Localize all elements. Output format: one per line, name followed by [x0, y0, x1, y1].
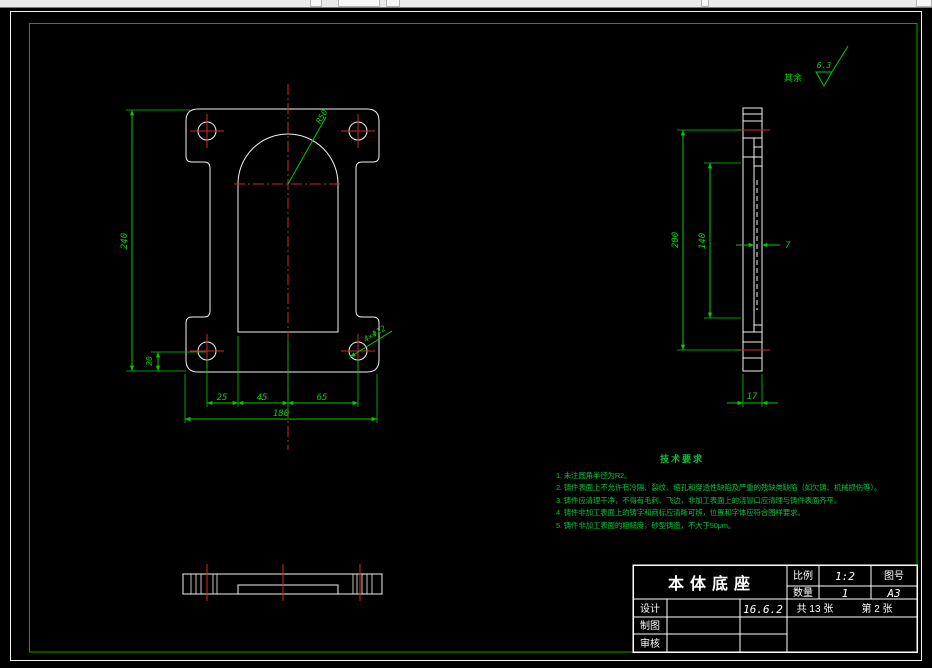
draft-label: 制图: [640, 619, 660, 632]
note-line-2: 2. 铸件表面上不允许有冷隔、裂纹、缩孔和穿透性缺陷及严重的残缺类缺陷（如欠铸、…: [556, 483, 882, 493]
dim-height-label: 240: [120, 233, 130, 249]
scale-label: 比例: [793, 569, 813, 582]
note-line-1: 1. 未注圆角半径为R2。: [556, 471, 632, 480]
bottom-view: [182, 564, 383, 601]
cad-canvas: 240 20 25 45 65 180 R50 4×Φ12 200 140 7 …: [10, 11, 922, 661]
qty-value: 1: [842, 587, 849, 600]
roughness-prefix: 其余: [784, 72, 802, 83]
window-chrome-strip: [0, 0, 932, 8]
sheet-index: 第 2 张: [861, 602, 892, 615]
front-dimensions: [126, 109, 393, 423]
side-view: 200 140 7 17: [671, 107, 791, 407]
note-line-5: 5. 铸件非加工表面的粗糙度，砂型铸造，不大于50μm。: [556, 520, 736, 530]
note-line-3: 3. 铸件应清理干净，不得有毛刺、飞边，非加工表面上的浇冒口应清理与铸件表面齐平…: [556, 495, 842, 505]
dim-thickness-label: 17: [747, 392, 758, 402]
side-detail-lines: [743, 113, 762, 359]
dim-notch-label: 140: [698, 233, 708, 249]
scale-value: 1:2: [835, 570, 855, 583]
technical-notes: 技术要求 1. 未注圆角半径为R2。 2. 铸件表面上不允许有冷隔、裂纹、缩孔和…: [556, 452, 906, 532]
front-view: 240 20 25 45 65 180 R50 4×Φ12: [120, 84, 393, 450]
bottom-slot-step: [237, 584, 339, 594]
plate-outline: [185, 108, 380, 373]
title-block: 本体底座 比例 1:2 图号 数量 1 A3 设计 16.6.2 共 13 张 …: [632, 564, 918, 653]
holes-callout-label: 4×Φ12: [362, 324, 387, 344]
dim-span-label: 200: [671, 232, 681, 248]
chrome-fragment: [386, 0, 400, 7]
sheets-total: 共 13 张: [797, 603, 834, 615]
bottom-centerlines: [206, 564, 361, 601]
dim-chain-65: 65: [317, 393, 328, 403]
cad-drawing-screen: 240 20 25 45 65 180 R50 4×Φ12 200 140 7 …: [0, 0, 932, 668]
arc-radius-label: R50: [314, 108, 329, 125]
sheet-size: A3: [886, 587, 900, 600]
frame-border: [29, 23, 918, 653]
chrome-fragment: [338, 0, 380, 7]
roughness-value: 6.3: [817, 61, 832, 70]
mounting-holes: [197, 121, 368, 361]
side-dimensions: [677, 129, 780, 407]
surface-roughness: 6.3 其余: [784, 45, 849, 88]
design-label: 设计: [640, 602, 660, 615]
dim-base-label: 20: [145, 356, 154, 366]
bottom-hidden-lines: [190, 574, 373, 594]
sheet-borders: [10, 11, 922, 661]
part-name: 本体底座: [668, 574, 756, 593]
chrome-fragment: [701, 0, 709, 7]
notes-title: 技术要求: [660, 454, 705, 464]
note-line-4: 4. 铸件非加工表面上的铸字和商标应清晰可辨，位置和字体应符合图样要求。: [556, 508, 805, 518]
dim-chain-25: 25: [217, 393, 228, 403]
dim-web-label: 7: [785, 241, 791, 251]
drawing-no-label: 图号: [884, 570, 904, 582]
audit-label: 审核: [640, 637, 660, 650]
date-value: 16.6.2: [743, 603, 783, 616]
dim-chain-45: 45: [257, 393, 268, 403]
chrome-fragment: [310, 0, 322, 7]
paper-border: [10, 11, 922, 661]
dim-total-label: 180: [273, 409, 289, 419]
qty-label: 数量: [793, 586, 813, 599]
chrome-fragment: [916, 0, 932, 7]
side-dimension-labels: 200 140 7 17: [671, 232, 791, 402]
